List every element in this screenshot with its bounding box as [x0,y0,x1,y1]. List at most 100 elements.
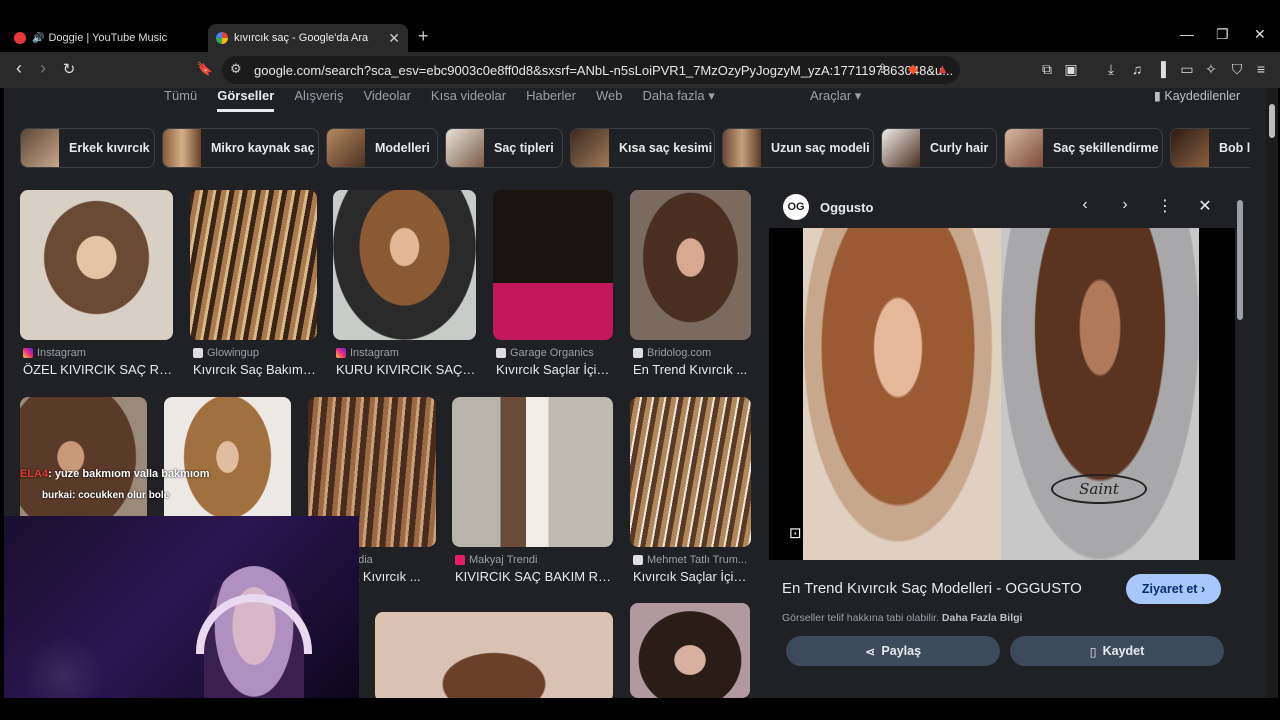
tab-google-search[interactable]: kıvırcık saç - Google'da Ara ✕ [208,24,408,52]
back-button[interactable]: ‹ [8,58,30,79]
page-scrollbar[interactable] [1266,88,1278,698]
result-image[interactable] [20,190,173,340]
lens-search-icon[interactable]: ⊡ [789,524,802,542]
share-button[interactable]: ⋖ Paylaş [786,636,1000,666]
panel-scrollbar[interactable] [1237,188,1244,668]
restore-button[interactable]: ❐ [1216,26,1229,43]
chip[interactable]: Mikro kaynak saç [162,128,319,168]
chip-thumbnail [723,129,761,167]
chip-label: Uzun saç modeli [771,141,870,155]
result-title[interactable]: ÖZEL KIVIRCIK SAÇ RE... [23,362,173,377]
chip[interactable]: Saç tipleri [445,128,563,168]
saved-button[interactable]: ▮ Kaydedilenler [1154,88,1240,103]
chip-label: Erkek kıvırcık [69,141,150,155]
bottom-bar [0,698,1280,720]
filter-more[interactable]: Daha fazla ▾ [642,88,714,112]
sidebar-icon[interactable]: ▐ [1152,61,1170,77]
visit-button[interactable]: Ziyaret et › [1126,574,1221,604]
result-image[interactable] [452,397,613,547]
site-settings-icon[interactable]: ⚙ [230,61,242,77]
preview-image[interactable]: Saint ⊡ [769,228,1235,560]
result-title[interactable]: a Kıvırcık ... [352,569,436,584]
screenshot-icon[interactable]: ▣ [1062,61,1080,78]
result-source[interactable]: Makyaj Trendi [455,554,537,566]
previous-image-icon[interactable]: ‹ [1075,196,1095,214]
preview-title[interactable]: En Trend Kıvırcık Saç Modelleri - OGGUST… [782,580,1082,597]
chip[interactable]: Kısa saç kesimi [570,128,715,168]
extensions-icon[interactable]: ⧉ [1038,61,1056,78]
result-image[interactable] [630,603,750,698]
site-name[interactable]: Oggusto [820,200,873,215]
chip[interactable]: Saç şekillendirme [1004,128,1163,168]
filter-images[interactable]: Görseller [217,88,275,112]
result-title[interactable]: Kıvırcık Saç Bakımı... [193,362,317,377]
result-image[interactable] [333,190,476,340]
result-image[interactable] [375,612,613,698]
leo-ai-icon[interactable]: ✧ [1202,61,1220,78]
result-image[interactable] [493,190,613,340]
chip-label: Bob l [1219,141,1250,155]
result-title[interactable]: Kıvırcık Saçlar İçin... [633,569,751,584]
result-source[interactable]: Bridolog.com [633,347,711,359]
instagram-icon [23,348,33,358]
share-icon[interactable]: ⇪ [877,61,888,77]
filter-shopping[interactable]: Alışveriş [294,88,343,112]
filter-news[interactable]: Haberler [526,88,576,112]
bookmark-icon[interactable]: 🔖 [194,61,216,77]
filter-all[interactable]: Tümü [164,88,197,112]
result-image[interactable] [190,190,317,340]
result-title[interactable]: KIVIRCIK SAÇ BAKIM RU... [455,569,613,584]
chip[interactable]: Erkek kıvırcık [20,128,155,168]
tools-button[interactable]: Araçlar ▾ [810,88,861,104]
chat-message: ELA4: yuze bakmıom valla bakmıom [20,468,210,480]
close-tab-icon[interactable]: ✕ [388,30,400,47]
result-source[interactable]: Garage Organics [496,347,594,359]
tab-youtube-music[interactable]: 🔊 Doggie | YouTube Music [6,24,204,52]
site-logo: OG [783,194,809,220]
image-preview-panel: OG Oggusto ‹ › ⋮ ✕ Saint ⊡ En Trend Kıvı… [769,184,1235,698]
chip[interactable]: Bob l [1170,128,1250,168]
new-tab-button[interactable]: + [418,26,429,47]
menu-icon[interactable]: ≡ [1252,61,1270,77]
next-image-icon[interactable]: › [1115,196,1135,214]
more-options-icon[interactable]: ⋮ [1155,196,1175,216]
chip-thumbnail [163,129,201,167]
result-image[interactable] [630,397,751,547]
webcam-overlay [4,516,359,716]
vpn-icon[interactable]: ⛉ [1228,61,1246,78]
chip[interactable]: Modelleri [326,128,438,168]
minimize-button[interactable]: — [1180,26,1194,42]
speaker-icon: 🔊 [32,32,45,44]
result-image[interactable] [630,190,751,340]
reload-button[interactable]: ↻ [58,60,80,78]
result-source[interactable]: Glowingup [193,347,259,359]
chip-thumbnail [571,129,609,167]
address-bar[interactable]: google.com/search?sca_esv=ebc9003c0e8ff0… [222,56,960,84]
result-title[interactable]: KURU KIVIRCIK SAÇ ... [336,362,476,377]
filter-web[interactable]: Web [596,88,623,112]
wallet-icon[interactable]: ▭ [1178,61,1196,78]
result-title[interactable]: Kıvırcık Saçlar İçin... [496,362,613,377]
learn-more-link[interactable]: Daha Fazla Bilgi [942,612,1023,624]
close-window-button[interactable]: ✕ [1254,26,1266,43]
chip-thumbnail [446,129,484,167]
filter-short-videos[interactable]: Kısa videolar [431,88,506,112]
media-icon[interactable]: ♫ [1128,61,1146,77]
saved-label: Kaydedilenler [1164,89,1241,103]
close-panel-icon[interactable]: ✕ [1195,196,1215,216]
related-search-chips: Erkek kıvırcık Mikro kaynak saç Modeller… [20,128,1250,170]
brave-rewards-icon[interactable]: ▲ [936,61,949,76]
result-source[interactable]: Instagram [336,347,399,359]
browser-toolbar: ‹ › ↻ 🔖 google.com/search?sca_esv=ebc900… [0,52,1280,88]
result-title[interactable]: En Trend Kıvırcık ... [633,362,751,377]
download-icon[interactable]: ⤓ [1102,61,1120,78]
chip[interactable]: Curly hair [881,128,997,168]
filter-videos[interactable]: Videolar [363,88,410,112]
forward-button[interactable]: › [32,58,54,79]
result-source[interactable]: Instagram [23,347,86,359]
result-source[interactable]: Mehmet Tatlı Trum... [633,554,747,566]
brave-shield-icon[interactable]: ◆ [908,61,918,77]
save-button[interactable]: ▯ Kaydet [1010,636,1224,666]
tab-bar: 🔊 Doggie | YouTube Music kıvırcık saç - … [0,20,1280,52]
chip[interactable]: Uzun saç modeli [722,128,874,168]
